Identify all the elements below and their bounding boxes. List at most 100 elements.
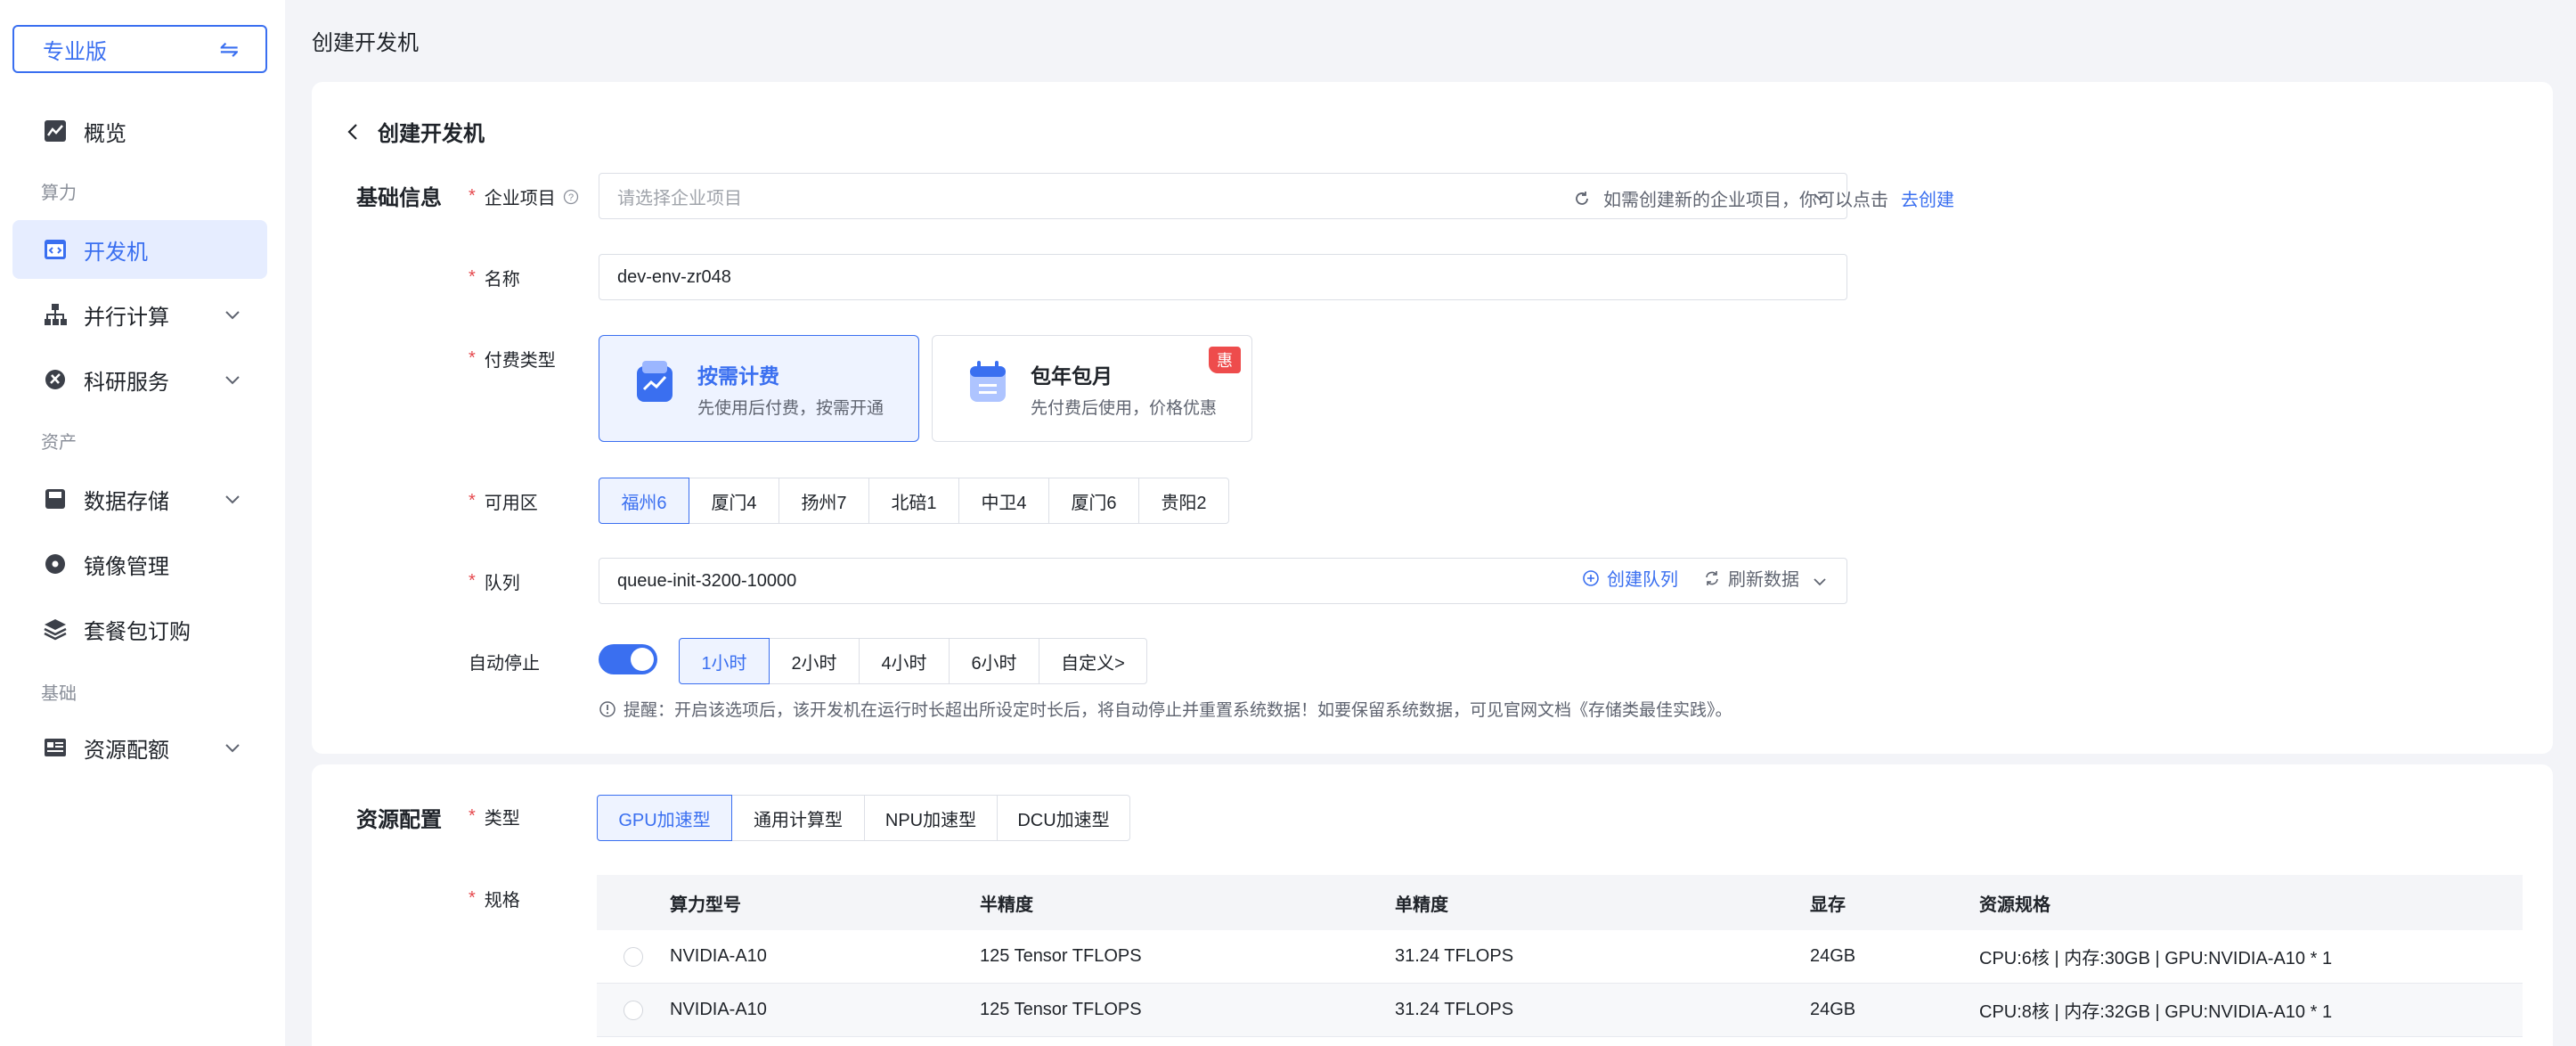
billing-option-subscription[interactable]: 包年包月 先付费后使用，价格优惠 惠 bbox=[932, 335, 1252, 442]
resource-type-option[interactable]: NPU加速型 bbox=[864, 795, 998, 841]
table-cell: 24GB bbox=[1810, 946, 1856, 966]
refresh-icon[interactable] bbox=[1573, 190, 1591, 208]
table-cell: NVIDIA-A10 bbox=[670, 946, 767, 966]
create-queue-label: 创建队列 bbox=[1607, 570, 1678, 590]
billing-option-title: 包年包月 bbox=[1031, 364, 1113, 388]
chevron-down-icon bbox=[225, 495, 240, 504]
sidebar-section-basic: 基础 bbox=[41, 684, 77, 704]
billing-option-ondemand[interactable]: 按需计费 先使用后付费，按需开通 bbox=[599, 335, 919, 442]
refresh-icon bbox=[1706, 570, 1718, 585]
table-header-cell: 显存 bbox=[1810, 895, 1846, 915]
create-queue-button[interactable]: 创建队列 bbox=[1582, 565, 1678, 591]
breadcrumb: 创建开发机 bbox=[312, 31, 419, 55]
wallet-chart-icon bbox=[637, 361, 673, 402]
field-label-text: 规格 bbox=[484, 891, 520, 911]
table-header-cell: 资源规格 bbox=[1979, 895, 2050, 915]
table-cell: CPU:8核 | 内存:32GB | GPU:NVIDIA-A10 * 1 bbox=[1979, 1002, 2333, 1022]
row-radio-cell bbox=[597, 1000, 670, 1020]
radio-button[interactable] bbox=[624, 946, 643, 967]
sidebar-item-images[interactable]: 镜像管理 bbox=[12, 535, 267, 593]
billing-option-title: 按需计费 bbox=[697, 364, 779, 388]
duration-option[interactable]: 4小时 bbox=[859, 638, 950, 684]
required-mark: * bbox=[469, 491, 476, 511]
zone-option[interactable]: 厦门4 bbox=[689, 478, 779, 524]
spec-label: * 规格 bbox=[469, 886, 520, 911]
resource-type-option[interactable]: GPU加速型 bbox=[597, 795, 732, 841]
toggle-knob bbox=[631, 648, 654, 671]
section-title-resource: 资源配置 bbox=[356, 808, 442, 832]
table-cell: CPU:6核 | 内存:30GB | GPU:NVIDIA-A10 * 1 bbox=[1979, 949, 2333, 968]
name-label: * 名称 bbox=[469, 265, 520, 290]
hint-text: 如需创建新的企业项目，你可以点击 bbox=[1603, 191, 1888, 210]
sidebar-item-storage[interactable]: 数据存储 bbox=[12, 470, 267, 528]
duration-option[interactable]: 2小时 bbox=[769, 638, 860, 684]
sidebar-item-label: 资源配额 bbox=[84, 738, 169, 763]
field-label-text: 付费类型 bbox=[484, 351, 556, 371]
sitemap-icon bbox=[43, 302, 68, 327]
sidebar-item-label: 科研服务 bbox=[84, 370, 169, 395]
chevron-down-icon bbox=[225, 311, 240, 320]
name-input[interactable] bbox=[599, 254, 1847, 300]
sidebar-item-quota[interactable]: 资源配额 bbox=[12, 718, 267, 777]
sidebar-item-research[interactable]: 科研服务 bbox=[12, 350, 267, 409]
duration-option[interactable]: 6小时 bbox=[949, 638, 1039, 684]
queue-label: * 队列 bbox=[469, 568, 520, 594]
warning-text: 提醒：开启该选项后，该开发机在运行时长超出所设定时长后，将自动停止并重置系统数据… bbox=[624, 701, 1732, 720]
sidebar-item-label: 概览 bbox=[84, 121, 126, 146]
quota-icon bbox=[43, 735, 68, 760]
zone-option[interactable]: 厦门6 bbox=[1048, 478, 1139, 524]
resource-config-card: 资源配置 * 类型 GPU加速型 通用计算型 NPU加速型 DCU加速型 * 规… bbox=[312, 764, 2553, 1046]
sidebar-item-parallel[interactable]: 并行计算 bbox=[12, 285, 267, 344]
chevron-down-icon bbox=[225, 376, 240, 385]
create-project-link[interactable]: 去创建 bbox=[1901, 185, 1954, 211]
edition-switch-button[interactable]: 专业版 ⇋ bbox=[12, 25, 267, 73]
table-row[interactable]: NVIDIA-A10 125 Tensor TFLOPS 31.24 TFLOP… bbox=[597, 984, 2523, 1037]
billing-label: * 付费类型 bbox=[469, 346, 556, 372]
sidebar-item-overview[interactable]: 概览 bbox=[12, 102, 267, 160]
layers-icon bbox=[43, 617, 68, 641]
sidebar-section-assets: 资产 bbox=[41, 433, 77, 453]
swap-icon: ⇋ bbox=[219, 35, 239, 62]
zone-option[interactable]: 贵阳2 bbox=[1138, 478, 1229, 524]
resource-type-option[interactable]: DCU加速型 bbox=[997, 795, 1130, 841]
duration-option[interactable]: 1小时 bbox=[679, 638, 770, 684]
field-label-text: 名称 bbox=[484, 270, 520, 290]
zone-option[interactable]: 扬州7 bbox=[779, 478, 869, 524]
chevron-down-icon bbox=[225, 744, 240, 753]
table-cell: 125 Tensor TFLOPS bbox=[980, 1000, 1142, 1019]
table-cell: NVIDIA-A10 bbox=[670, 1000, 767, 1019]
auto-stop-toggle[interactable] bbox=[599, 644, 657, 674]
science-icon bbox=[43, 367, 68, 392]
table-header-cell: 半精度 bbox=[980, 895, 1033, 915]
refresh-data-label: 刷新数据 bbox=[1728, 570, 1799, 590]
field-label-text: 企业项目 bbox=[484, 189, 556, 208]
queue-actions: 创建队列 刷新数据 bbox=[1582, 565, 1824, 591]
table-cell: 125 Tensor TFLOPS bbox=[980, 946, 1142, 966]
auto-stop-duration-selector: 1小时 2小时 4小时 6小时 自定义> bbox=[679, 638, 1147, 684]
sidebar: 专业版 ⇋ 概览 算力 开发机 并行计算 科研服务 资产 数据存储 镜像管理 套… bbox=[0, 0, 285, 1046]
table-row[interactable]: NVIDIA-A10 125 Tensor TFLOPS 31.24 TFLOP… bbox=[597, 930, 2523, 984]
table-cell: 24GB bbox=[1810, 1000, 1856, 1019]
help-icon[interactable]: ? bbox=[563, 189, 579, 205]
zone-option[interactable]: 北碚1 bbox=[868, 478, 959, 524]
table-cell: 31.24 TFLOPS bbox=[1395, 1000, 1514, 1019]
section-title-basic: 基础信息 bbox=[356, 186, 442, 210]
sidebar-item-label: 镜像管理 bbox=[84, 554, 169, 579]
zone-option[interactable]: 福州6 bbox=[599, 478, 689, 524]
back-button[interactable]: 创建开发机 bbox=[344, 116, 485, 147]
resource-type-option[interactable]: 通用计算型 bbox=[731, 795, 865, 841]
chevron-left-icon bbox=[347, 123, 357, 140]
sidebar-item-label: 并行计算 bbox=[84, 305, 169, 330]
billing-option-desc: 先付费后使用，价格优惠 bbox=[1031, 399, 1218, 418]
duration-option-custom[interactable]: 自定义> bbox=[1039, 638, 1147, 684]
chart-icon bbox=[43, 118, 68, 143]
required-mark: * bbox=[469, 806, 476, 826]
sidebar-item-devmachine[interactable]: 开发机 bbox=[12, 220, 267, 279]
type-label: * 类型 bbox=[469, 804, 520, 829]
sidebar-item-packages[interactable]: 套餐包订购 bbox=[12, 600, 267, 658]
refresh-data-button[interactable]: 刷新数据 bbox=[1703, 565, 1799, 591]
radio-button[interactable] bbox=[624, 1000, 643, 1020]
discount-badge: 惠 bbox=[1209, 347, 1241, 373]
basic-info-card: 创建开发机 基础信息 * 企业项目 ? 请选择企业项目 如需创建新的企业项目，你… bbox=[312, 82, 2553, 754]
zone-option[interactable]: 中卫4 bbox=[958, 478, 1049, 524]
